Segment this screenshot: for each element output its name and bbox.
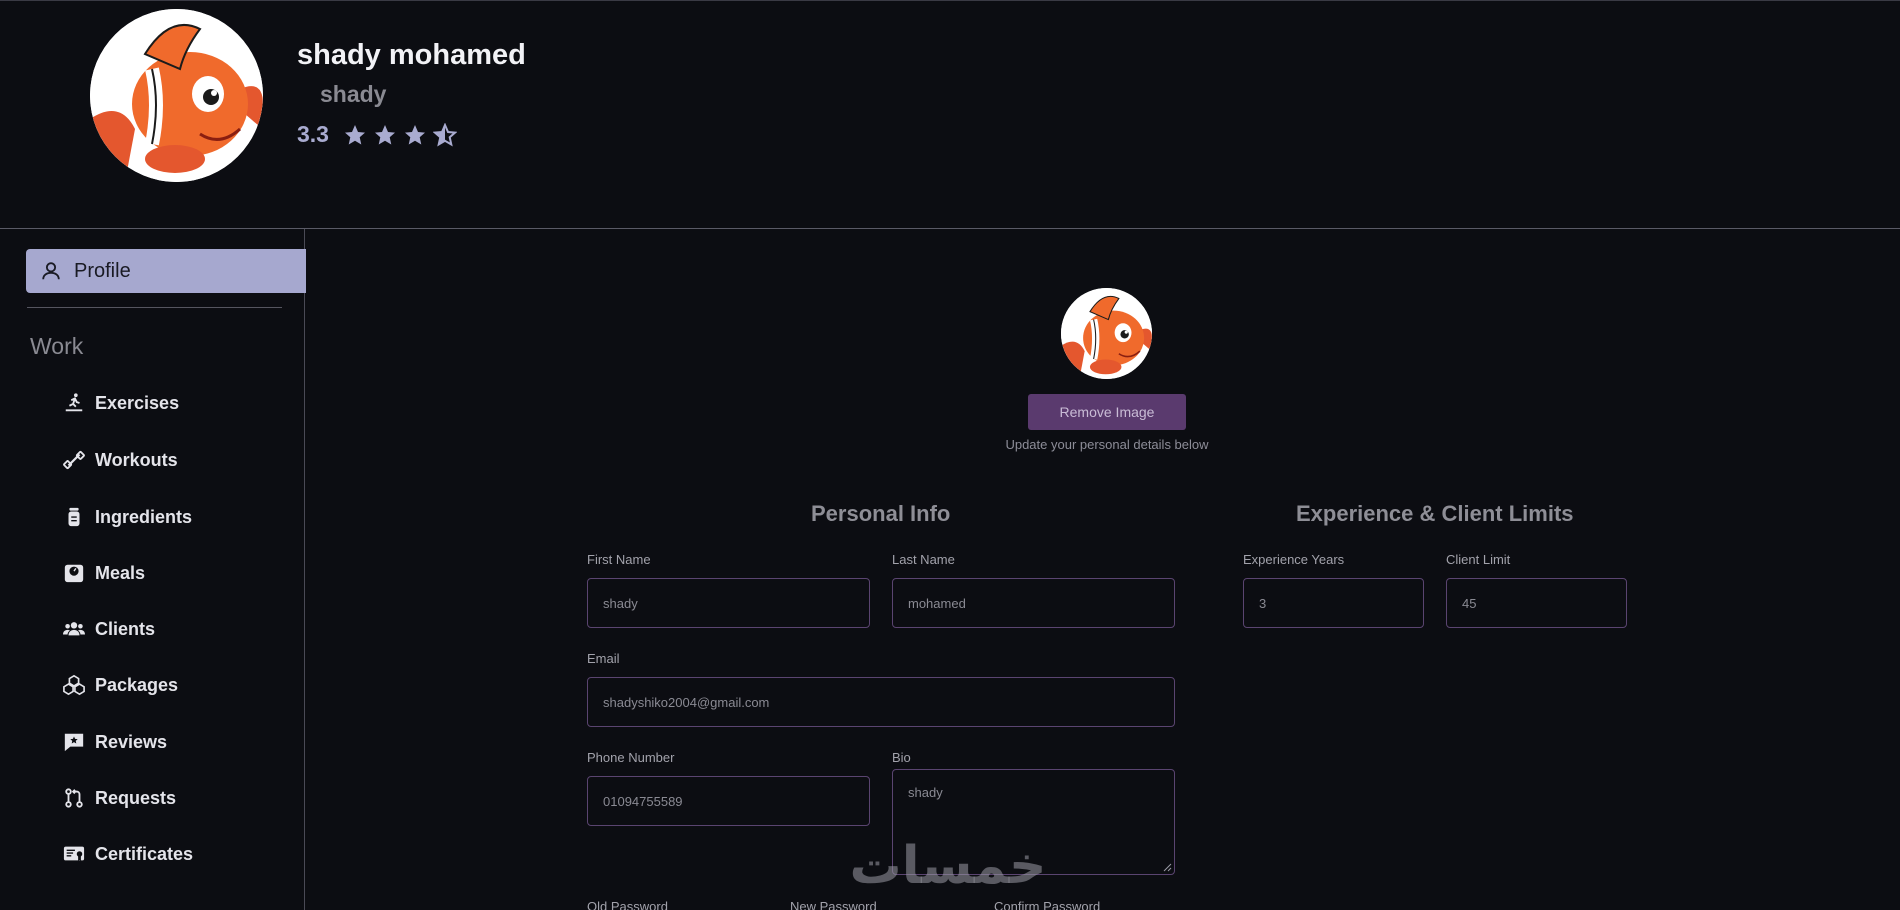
phone-label: Phone Number — [587, 750, 675, 765]
experience-years-label: Experience Years — [1243, 552, 1345, 567]
khamsat-watermark-logo: خمسات — [849, 836, 1046, 896]
sidebar-item-label: Meals — [95, 562, 146, 583]
svg-text:خمسات: خمسات — [849, 836, 1046, 896]
sidebar: Profile Work Exercises Workouts Ingredie… — [0, 229, 306, 910]
star-full-icon — [374, 124, 395, 144]
users-icon — [63, 622, 85, 636]
sidebar-section-work: Work — [30, 333, 84, 359]
sidebar-item-label: Ingredients — [95, 506, 193, 527]
first-name-field[interactable]: shady — [587, 578, 870, 628]
clownfish-avatar-image — [1061, 288, 1152, 379]
profile-header: shady mohamed shady 3.3 — [0, 0, 1900, 229]
update-hint-text: Update your personal details below — [1005, 437, 1209, 452]
sidebar-item-packages[interactable]: Packages — [63, 674, 178, 696]
personal-info-title: Personal Info — [811, 501, 951, 526]
bio-text: shady — [908, 785, 943, 800]
sidebar-item-profile[interactable]: Profile — [26, 249, 306, 293]
dumbbell-icon — [63, 450, 85, 470]
last-name-label: Last Name — [892, 552, 955, 567]
experience-title: Experience & Client Limits — [1296, 501, 1574, 526]
clownfish-avatar-image — [90, 9, 263, 182]
user-icon — [42, 262, 60, 280]
experience-years-field[interactable]: 3 — [1243, 578, 1424, 628]
scale-icon — [64, 564, 84, 583]
sidebar-item-label: Reviews — [95, 731, 168, 752]
bio-label: Bio — [892, 750, 911, 765]
resize-grip-icon[interactable] — [1163, 863, 1172, 872]
email-label: Email — [587, 651, 620, 666]
sidebar-item-reviews[interactable]: Reviews — [63, 731, 167, 753]
pull-request-icon — [65, 788, 83, 808]
client-limit-field[interactable]: 45 — [1446, 578, 1627, 628]
email-field[interactable]: shadyshiko2004@gmail.com — [587, 677, 1175, 727]
old-password-label: Old Password — [587, 899, 668, 910]
page: shady mohamed shady 3.3 Profile Work Exe… — [0, 0, 1900, 910]
sidebar-item-workouts[interactable]: Workouts — [63, 449, 178, 471]
jar-icon — [68, 507, 80, 527]
remove-image-button[interactable]: Remove Image — [1028, 394, 1186, 430]
cubes-icon — [63, 674, 85, 696]
profile-username: shady — [320, 81, 387, 107]
star-message-icon — [64, 733, 84, 752]
first-name-label: First Name — [587, 552, 651, 567]
sidebar-item-label: Workouts — [95, 449, 178, 470]
sidebar-item-exercises[interactable]: Exercises — [63, 392, 179, 414]
rating-value: 3.3 — [297, 121, 329, 147]
star-half-icon — [432, 122, 457, 147]
profile-full-name: shady mohamed — [297, 39, 526, 71]
sidebar-item-meals[interactable]: Meals — [63, 562, 145, 584]
profile-image[interactable] — [1061, 288, 1152, 379]
phone-field[interactable]: 01094755589 — [587, 776, 870, 826]
header-avatar — [90, 9, 263, 182]
star-full-icon — [404, 124, 425, 144]
sidebar-item-clients[interactable]: Clients — [63, 618, 155, 640]
main-content: Remove Image Update your personal detail… — [305, 229, 1900, 910]
rating-row: 3.3 — [297, 121, 457, 148]
sidebar-item-ingredients[interactable]: Ingredients — [63, 506, 192, 528]
sidebar-item-certificates[interactable]: Certificates — [63, 843, 193, 865]
certificate-icon — [63, 846, 85, 861]
sidebar-item-label: Packages — [95, 674, 179, 695]
sidebar-item-label: Clients — [95, 618, 156, 639]
sidebar-item-label: Requests — [95, 787, 177, 808]
sidebar-item-label: Exercises — [95, 392, 180, 413]
client-limit-label: Client Limit — [1446, 552, 1511, 567]
treadmill-icon — [65, 393, 83, 412]
sidebar-item-label: Profile — [74, 259, 131, 282]
sidebar-item-requests[interactable]: Requests — [63, 787, 176, 809]
sidebar-item-label: Certificates — [95, 843, 194, 864]
last-name-field[interactable]: mohamed — [892, 578, 1175, 628]
star-full-icon — [344, 124, 365, 144]
sidebar-divider — [27, 307, 282, 308]
